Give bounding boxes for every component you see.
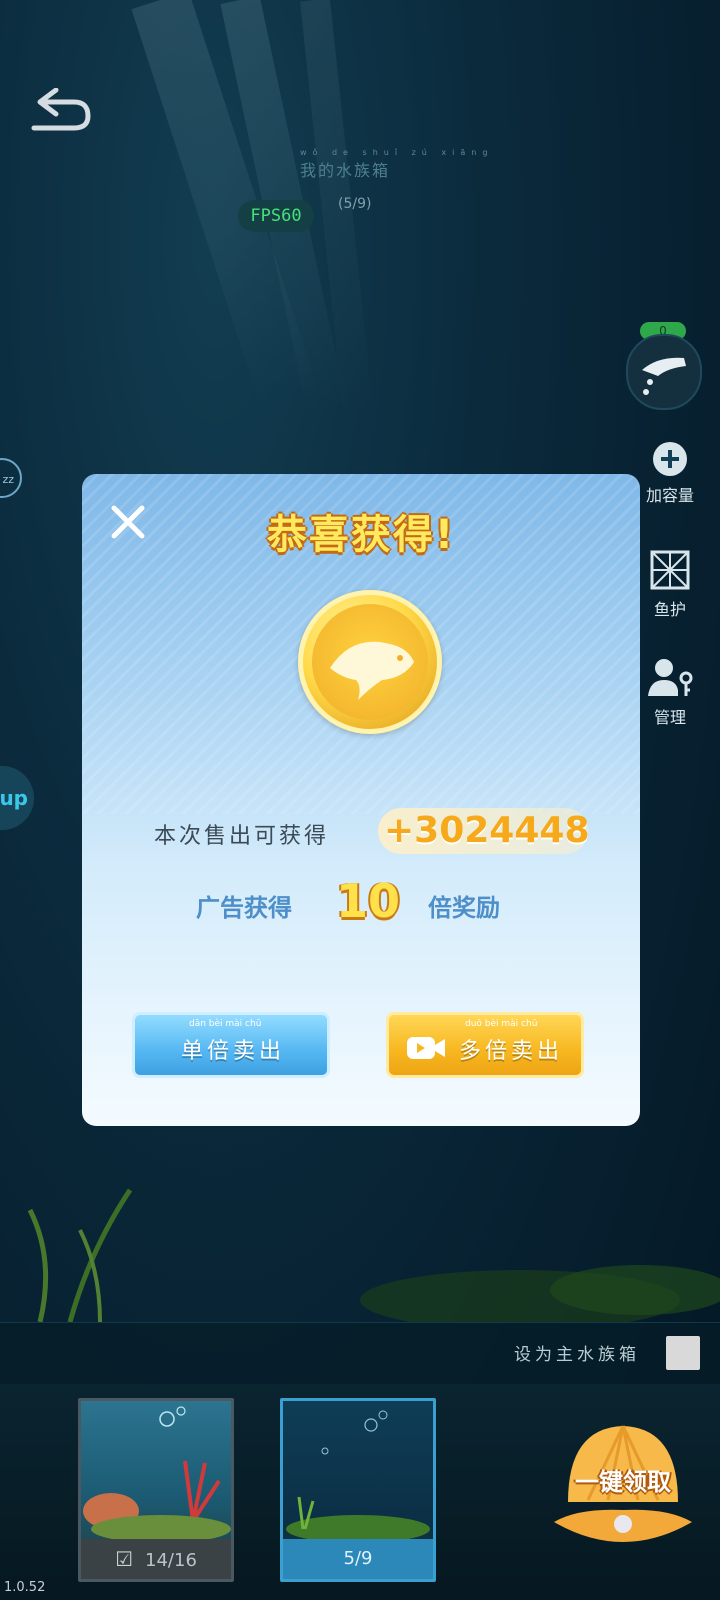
claim-all-button[interactable]: 一键领取 <box>548 1412 698 1572</box>
add-capacity-label: 加容量 <box>645 486 694 505</box>
multi-sell-button[interactable]: duō bèi mài chū 多倍卖出 <box>386 1012 584 1078</box>
plus-icon <box>653 442 687 476</box>
coral-reef-scene <box>83 1406 231 1543</box>
tank-1-count: 14/16 <box>145 1550 197 1571</box>
checkmark-icon: ☑ <box>115 1547 134 1571</box>
ad-reward-row: 广告获得 10 倍奖励 <box>82 874 640 934</box>
dark-tank-scene <box>286 1410 430 1543</box>
video-ad-icon <box>407 1037 445 1059</box>
reward-dialog: 恭喜获得! 本次售出可获得 +3024448 广告获得 10 倍奖励 dān b… <box>82 474 640 1126</box>
manage-button[interactable]: 管理 <box>642 656 698 728</box>
ad-prefix: 广告获得 <box>196 894 292 922</box>
single-sell-label: 单倍卖出 <box>181 1039 286 1064</box>
net-icon <box>650 550 690 590</box>
tank-thumbnail-2[interactable]: 5/9 <box>280 1398 436 1582</box>
ad-multiplier: 10 <box>336 874 401 928</box>
ad-suffix: 倍奖励 <box>428 894 500 922</box>
set-main-tank-label: 设为主水族箱 <box>514 1345 640 1365</box>
back-arrow-icon[interactable] <box>30 88 94 132</box>
earn-value: +3024448 <box>378 808 590 854</box>
user-key-icon <box>648 659 693 696</box>
manage-label: 管理 <box>653 708 686 727</box>
feed-hand-icon <box>642 357 686 395</box>
fish-coin-icon <box>298 590 442 734</box>
fps-counter: FPS60 <box>238 200 314 232</box>
dialog-title: 恭喜获得! <box>266 512 456 558</box>
feed-button[interactable] <box>626 334 702 410</box>
add-capacity-button[interactable]: 加容量 <box>642 440 698 506</box>
page-title: wǒ de shuǐ zú xiāng 我的水族箱 <box>300 148 494 180</box>
tank-2-count: 5/9 <box>283 1539 433 1579</box>
fish-net-button[interactable]: 鱼护 <box>642 548 698 620</box>
tank-count: (5/9) <box>338 196 372 212</box>
version-label: 1.0.52 <box>4 1580 46 1595</box>
claim-all-label: 一键领取 <box>575 1468 671 1496</box>
single-sell-button[interactable]: dān bèi mài chū 单倍卖出 <box>132 1012 330 1078</box>
multi-sell-label: 多倍卖出 <box>459 1039 564 1064</box>
set-main-tank-checkbox[interactable] <box>666 1336 700 1370</box>
tank-1-footer: ☑ 14/16 <box>81 1539 231 1579</box>
fish-net-label: 鱼护 <box>653 600 686 619</box>
tank-thumbnail-1[interactable]: ☑ 14/16 <box>78 1398 234 1582</box>
earn-label: 本次售出可获得 <box>154 824 330 849</box>
